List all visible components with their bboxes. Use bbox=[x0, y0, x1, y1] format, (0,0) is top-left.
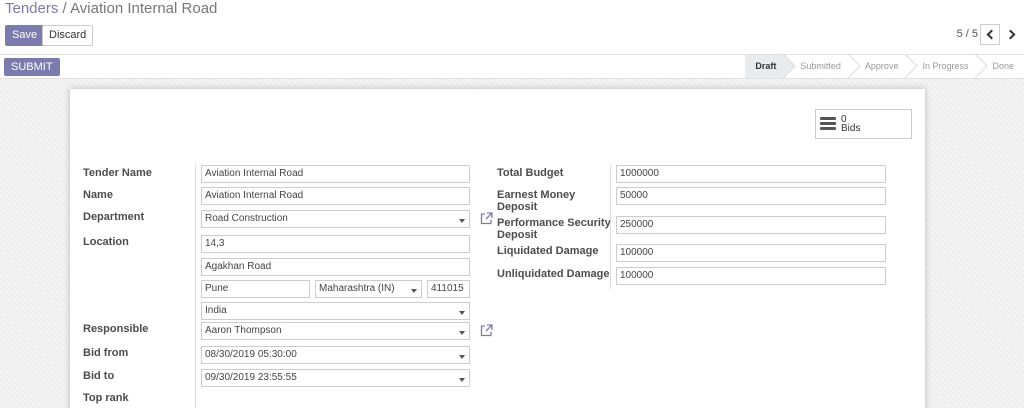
save-button[interactable]: Save bbox=[5, 25, 45, 46]
bid-to-label: Bid to bbox=[83, 370, 115, 382]
unliquidated-damage-input[interactable]: 100000 bbox=[616, 267, 886, 285]
chevron-right-icon bbox=[1005, 29, 1016, 40]
chevron-down-icon bbox=[459, 331, 465, 335]
external-link-icon[interactable] bbox=[480, 212, 493, 225]
unliquidated-damage-label: Unliquidated Damage bbox=[497, 268, 610, 280]
chevron-down-icon bbox=[459, 355, 465, 359]
pager-value: 5 / 5 bbox=[956, 28, 978, 40]
name-input[interactable]: Aviation Internal Road bbox=[201, 187, 470, 205]
department-value: Road Construction bbox=[205, 213, 288, 224]
responsible-value: Aaron Thompson bbox=[205, 325, 282, 336]
stage-label: Approve bbox=[864, 61, 899, 71]
tender-name-label: Tender Name bbox=[83, 167, 152, 179]
department-select[interactable]: Road Construction bbox=[201, 210, 470, 228]
stage-label: In Progress bbox=[922, 61, 969, 71]
column-divider bbox=[195, 165, 196, 408]
bids-count-text: 0 Bids bbox=[841, 115, 861, 134]
liquidated-damage-input[interactable]: 100000 bbox=[616, 244, 886, 262]
street-input[interactable]: 14,3 bbox=[201, 235, 470, 253]
chevron-down-icon bbox=[411, 289, 417, 293]
stage-label: Draft bbox=[755, 61, 777, 71]
chevron-down-icon bbox=[459, 219, 465, 223]
bid-to-input[interactable]: 09/30/2019 23:55:55 bbox=[201, 369, 470, 387]
country-value: India bbox=[205, 305, 227, 316]
location-label: Location bbox=[83, 236, 129, 248]
discard-button[interactable]: Discard bbox=[42, 25, 94, 46]
responsible-select[interactable]: Aaron Thompson bbox=[201, 322, 470, 340]
total-budget-label: Total Budget bbox=[497, 167, 564, 179]
chevron-left-icon bbox=[986, 29, 997, 40]
tender-name-input[interactable]: Aviation Internal Road bbox=[201, 165, 470, 183]
city-input[interactable]: Pune bbox=[201, 280, 310, 298]
name-label: Name bbox=[83, 189, 113, 201]
breadcrumb-current: Aviation Internal Road bbox=[70, 0, 218, 17]
stage-in-progress[interactable]: In Progress bbox=[908, 55, 979, 78]
state-value: Maharashtra (IN) bbox=[319, 283, 395, 294]
column-divider bbox=[610, 165, 611, 289]
stage-submitted[interactable]: Submitted bbox=[786, 55, 851, 78]
bars-icon bbox=[820, 117, 836, 131]
performance-security-label-line2: Deposit bbox=[497, 229, 538, 241]
submit-button[interactable]: SUBMIT bbox=[4, 58, 60, 76]
breadcrumb-parent-link[interactable]: Tenders bbox=[5, 0, 58, 17]
status-bar: SUBMIT Draft Submitted Approve In Progre… bbox=[0, 54, 1024, 79]
bid-from-label: Bid from bbox=[83, 347, 129, 359]
stage-label: Submitted bbox=[800, 61, 841, 71]
bid-from-value: 08/30/2019 05:30:00 bbox=[205, 349, 297, 360]
breadcrumb-separator: / bbox=[62, 0, 67, 17]
external-link-icon[interactable] bbox=[480, 324, 493, 337]
performance-security-input[interactable]: 250000 bbox=[616, 216, 886, 234]
bids-label: Bids bbox=[841, 123, 861, 134]
form-sheet: 0 Bids Tender Name Name Department Locat… bbox=[70, 89, 925, 408]
bids-smart-button[interactable]: 0 Bids bbox=[815, 109, 912, 139]
department-label: Department bbox=[83, 211, 145, 223]
earnest-money-label-line1: Earnest Money bbox=[497, 189, 576, 201]
stage-pipeline: Draft Submitted Approve In Progress Done bbox=[745, 55, 1024, 78]
chevron-down-icon bbox=[459, 378, 465, 382]
total-budget-input[interactable]: 1000000 bbox=[616, 165, 886, 183]
street2-input[interactable]: Agakhan Road bbox=[201, 258, 470, 276]
performance-security-label-line1: Performance Security bbox=[497, 217, 611, 229]
chevron-down-icon bbox=[459, 311, 465, 315]
state-select[interactable]: Maharashtra (IN) bbox=[315, 280, 422, 298]
liquidated-damage-label: Liquidated Damage bbox=[497, 245, 599, 257]
earnest-money-input[interactable]: 50000 bbox=[616, 187, 886, 205]
bid-from-input[interactable]: 08/30/2019 05:30:00 bbox=[201, 346, 470, 364]
earnest-money-label-line2: Deposit bbox=[497, 201, 538, 213]
breadcrumb: Tenders / Aviation Internal Road bbox=[5, 0, 217, 18]
top-rank-label: Top rank bbox=[83, 392, 129, 404]
responsible-label: Responsible bbox=[83, 323, 149, 335]
country-select[interactable]: India bbox=[201, 302, 470, 320]
zip-input[interactable]: 411015 bbox=[427, 280, 470, 298]
pager-next-button[interactable] bbox=[1002, 24, 1022, 45]
bid-to-value: 09/30/2019 23:55:55 bbox=[205, 372, 297, 383]
stage-draft[interactable]: Draft bbox=[745, 55, 787, 78]
pager-previous-button[interactable] bbox=[980, 24, 1000, 45]
stage-label: Done bbox=[992, 61, 1014, 71]
